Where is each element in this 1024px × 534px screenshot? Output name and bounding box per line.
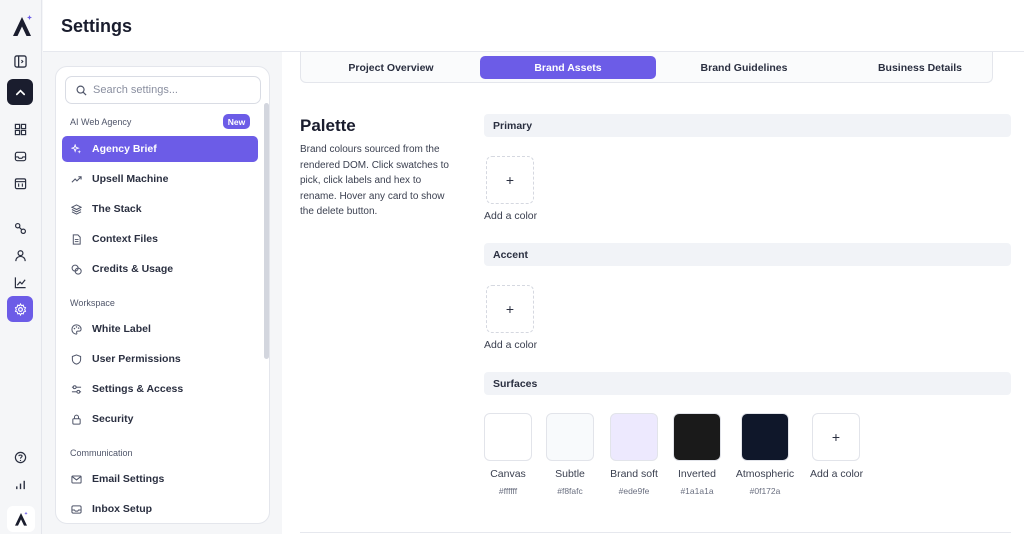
swatch-inverted[interactable] bbox=[673, 413, 721, 461]
swatch-canvas[interactable] bbox=[484, 413, 532, 461]
nav-item-email-settings[interactable]: Email Settings bbox=[62, 466, 258, 492]
icon-rail bbox=[0, 0, 42, 534]
nav-item-label: The Stack bbox=[92, 203, 142, 215]
nav-item-inbox-setup[interactable]: Inbox Setup bbox=[62, 496, 258, 522]
layers-icon bbox=[71, 203, 82, 215]
sparkles-icon bbox=[71, 143, 82, 154]
group-label-workspace: Workspace bbox=[70, 298, 115, 308]
nav-item-label: Inbox Setup bbox=[92, 503, 153, 515]
add-surface-color-button[interactable]: + bbox=[812, 413, 860, 461]
swatch-atmospheric-hex[interactable]: #0f172a bbox=[725, 486, 805, 496]
sliders-icon bbox=[71, 384, 82, 394]
calendar-icon[interactable] bbox=[7, 170, 33, 196]
inbox-icon[interactable] bbox=[7, 143, 33, 169]
nav-item-agency-brief[interactable]: Agency Brief bbox=[62, 136, 258, 162]
add-surface-color-label[interactable]: Add a color bbox=[810, 468, 863, 480]
plus-icon: + bbox=[831, 429, 841, 445]
add-primary-color-label[interactable]: Add a color bbox=[484, 210, 537, 222]
nav-item-label: Agency Brief bbox=[92, 143, 157, 155]
nav-item-label: Settings & Access bbox=[92, 383, 184, 395]
lock-icon bbox=[72, 414, 81, 425]
section-primary-header: Primary bbox=[484, 114, 1011, 137]
signal-bars-icon[interactable] bbox=[7, 471, 33, 497]
nav-item-upsell-machine[interactable]: Upsell Machine bbox=[62, 166, 258, 192]
section-surfaces-header: Surfaces bbox=[484, 372, 1011, 395]
nav-item-label: Security bbox=[92, 413, 134, 425]
add-primary-color-button[interactable]: + bbox=[486, 156, 534, 204]
nav-item-label: White Label bbox=[92, 323, 151, 335]
tab-business-details[interactable]: Business Details bbox=[832, 56, 1008, 79]
search-box[interactable] bbox=[65, 76, 261, 104]
nav-item-user-permissions[interactable]: User Permissions bbox=[62, 346, 258, 372]
add-accent-color-label[interactable]: Add a color bbox=[484, 339, 537, 351]
analytics-chart-icon[interactable] bbox=[7, 269, 33, 295]
inbox-icon bbox=[71, 504, 82, 514]
user-icon[interactable] bbox=[7, 242, 33, 268]
swatch-atmospheric-label[interactable]: Atmospheric bbox=[725, 468, 805, 480]
shield-icon bbox=[71, 353, 82, 365]
tab-bar: Project Overview Brand Assets Brand Guid… bbox=[300, 52, 993, 83]
nav-item-security[interactable]: Security bbox=[62, 406, 258, 432]
tab-project-overview[interactable]: Project Overview bbox=[303, 56, 479, 79]
section-accent-header: Accent bbox=[484, 243, 1011, 266]
nav-scrollbar[interactable] bbox=[263, 103, 269, 359]
dashboard-grid-icon[interactable] bbox=[7, 116, 33, 142]
nav-item-label: User Permissions bbox=[92, 353, 181, 365]
swatch-subtle[interactable] bbox=[546, 413, 594, 461]
new-badge: New bbox=[223, 114, 250, 129]
nav-item-the-stack[interactable]: The Stack bbox=[62, 196, 258, 222]
tab-brand-assets[interactable]: Brand Assets bbox=[480, 56, 656, 79]
swatch-atmospheric[interactable] bbox=[741, 413, 789, 461]
nav-scrollbar-thumb[interactable] bbox=[264, 103, 269, 359]
group-label-ai-web-agency: AI Web Agency bbox=[70, 117, 132, 127]
sidebar-toggle-icon[interactable] bbox=[7, 48, 33, 74]
group-label-communication: Communication bbox=[70, 448, 133, 458]
workspace-logo-icon[interactable] bbox=[7, 506, 35, 532]
page-title: Settings bbox=[61, 16, 133, 36]
app-logo-icon[interactable] bbox=[10, 14, 34, 38]
palette-description: Brand colours sourced from the rendered … bbox=[300, 144, 449, 217]
nav-item-settings-access[interactable]: Settings & Access bbox=[62, 376, 258, 402]
nav-item-credits-usage[interactable]: Credits & Usage bbox=[62, 256, 258, 282]
plus-icon: + bbox=[505, 172, 515, 188]
settings-nav-panel: AI Web Agency New Agency Brief Upsell Ma… bbox=[55, 66, 270, 524]
palette-title: Palette bbox=[300, 116, 356, 135]
help-icon[interactable] bbox=[7, 444, 33, 470]
page-header: Settings bbox=[43, 0, 1024, 52]
add-accent-color-button[interactable]: + bbox=[486, 285, 534, 333]
settings-gear-icon[interactable] bbox=[7, 296, 33, 322]
nav-item-white-label[interactable]: White Label bbox=[62, 316, 258, 342]
nav-item-label: Upsell Machine bbox=[92, 173, 169, 185]
coins-icon bbox=[71, 264, 82, 275]
integrations-icon[interactable] bbox=[7, 215, 33, 241]
chevron-up-icon[interactable] bbox=[7, 79, 33, 105]
nav-item-label: Credits & Usage bbox=[92, 263, 174, 275]
mail-icon bbox=[71, 475, 82, 483]
tab-brand-guidelines[interactable]: Brand Guidelines bbox=[656, 56, 832, 79]
swatch-brand-soft[interactable] bbox=[610, 413, 658, 461]
nav-item-label: Email Settings bbox=[92, 473, 165, 485]
search-input[interactable] bbox=[93, 84, 253, 96]
nav-item-context-files[interactable]: Context Files bbox=[62, 226, 258, 252]
file-icon bbox=[72, 233, 81, 245]
trending-up-icon bbox=[71, 175, 82, 183]
main-content: Project Overview Brand Assets Brand Guid… bbox=[282, 52, 1024, 534]
plus-icon: + bbox=[505, 301, 515, 317]
divider bbox=[300, 532, 1011, 533]
search-icon bbox=[76, 85, 87, 96]
nav-item-label: Context Files bbox=[92, 233, 158, 245]
palette-icon bbox=[71, 323, 82, 335]
